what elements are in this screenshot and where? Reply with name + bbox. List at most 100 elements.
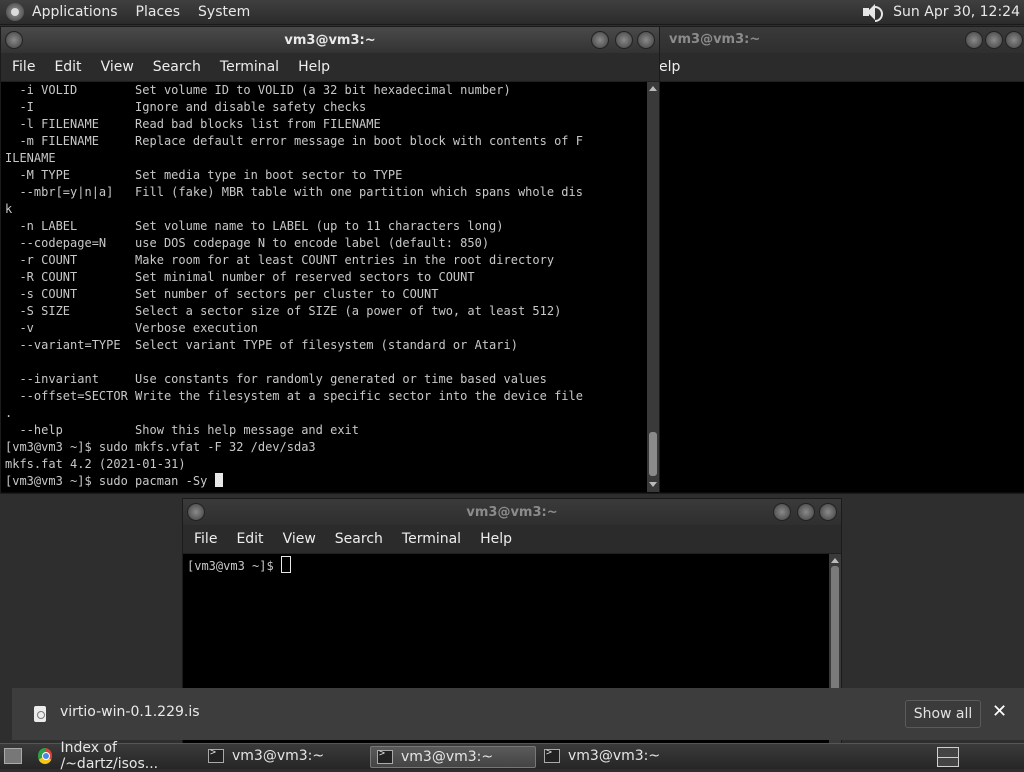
window-title: vm3@vm3:~ [466, 504, 558, 520]
terminal-line: [vm3@vm3 ~]$ sudo mkfs.vfat -F 32 /dev/s… [5, 440, 316, 454]
maximize-button[interactable] [615, 31, 633, 49]
back-terminal-area[interactable] [653, 82, 1024, 492]
terminal-line: --invariant Use constants for randomly g… [5, 372, 547, 386]
maximize-button[interactable] [797, 503, 815, 521]
task-label: vm3@vm3:~ [568, 748, 661, 764]
terminal-line: -m FILENAME Replace default error messag… [5, 134, 583, 148]
minimize-button[interactable] [591, 31, 609, 49]
panel-tray: Sun Apr 30, 12:24 [861, 0, 1020, 24]
scroll-up-arrow[interactable] [649, 86, 657, 91]
terminal-line: --mbr[=y|n|a] Fill (fake) MBR table with… [5, 185, 583, 199]
scroll-down-arrow[interactable] [649, 482, 657, 487]
maximize-button[interactable] [985, 31, 1003, 49]
menu-file[interactable]: File [12, 59, 35, 75]
show-all-button[interactable]: Show all [905, 700, 981, 728]
window-menu-button[interactable] [5, 31, 23, 49]
back-terminal-window[interactable]: vm3@vm3:~ elp [652, 26, 1024, 494]
task-label: vm3@vm3:~ [232, 748, 325, 764]
window-title: vm3@vm3:~ [284, 32, 376, 48]
minimize-button[interactable] [965, 31, 983, 49]
file-icon [34, 706, 46, 722]
taskbar-item-browser[interactable]: Index of /~dartz/isos... [32, 740, 204, 772]
terminal-line: . [5, 406, 13, 420]
taskbar-item-terminal-1[interactable]: vm3@vm3:~ [202, 746, 366, 766]
window-title: vm3@vm3:~ [669, 32, 761, 47]
terminal-line: -M TYPE Set media type in boot sector to… [5, 168, 403, 182]
terminal-line: -R COUNT Set minimal number of reserved … [5, 270, 475, 284]
back-window-titlebar[interactable]: vm3@vm3:~ [653, 27, 1024, 53]
places-menu[interactable]: Places [136, 4, 181, 20]
taskbar-item-terminal-2[interactable]: vm3@vm3:~ [370, 746, 536, 768]
task-label: vm3@vm3:~ [401, 749, 494, 765]
menu-file[interactable]: File [194, 531, 217, 547]
main-terminal-window[interactable]: vm3@vm3:~ File Edit View Search Terminal… [0, 26, 660, 494]
close-button[interactable] [1005, 31, 1023, 49]
terminal-icon [377, 748, 393, 764]
terminal-prompt: [vm3@vm3 ~]$ sudo pacman -Sy [5, 474, 215, 488]
menu-help[interactable]: Help [298, 59, 330, 75]
back-window-menubar: elp [653, 53, 1024, 82]
terminal-line: --offset=SECTOR Write the filesystem at … [5, 389, 583, 403]
scrollbar-thumb[interactable] [649, 432, 657, 476]
applications-menu[interactable]: Applications [32, 4, 118, 20]
menu-view[interactable]: View [101, 59, 134, 75]
minimize-button[interactable] [773, 503, 791, 521]
menu-edit[interactable]: Edit [54, 59, 81, 75]
terminal-icon [208, 747, 224, 763]
bottom-taskbar: Index of /~dartz/isos... vm3@vm3:~ vm3@v… [0, 740, 1024, 772]
terminal-line: --variant=TYPE Select variant TYPE of fi… [5, 338, 518, 352]
main-window-menubar: File Edit View Search Terminal Help [1, 53, 659, 82]
terminal-line: ILENAME [5, 151, 56, 165]
window-menu-button[interactable] [187, 503, 205, 521]
system-menu[interactable]: System [198, 4, 250, 20]
terminal-line: -i VOLID Set volume ID to VOLID (a 32 bi… [5, 83, 511, 97]
chrome-icon [38, 748, 53, 764]
download-file-name[interactable]: virtio-win-0.1.229.is [60, 704, 200, 720]
terminal-line: -S SIZE Select a sector size of SIZE (a … [5, 304, 562, 318]
main-window-titlebar[interactable]: vm3@vm3:~ [1, 27, 659, 53]
menu-edit[interactable]: Edit [236, 531, 263, 547]
terminal-line: -I Ignore and disable safety checks [5, 100, 367, 114]
terminal-line: --codepage=N use DOS codepage N to encod… [5, 236, 490, 250]
menu-search[interactable]: Search [335, 531, 383, 547]
gnome-foot-icon[interactable] [6, 3, 24, 21]
close-download-bar-button[interactable]: ✕ [992, 701, 1007, 722]
close-button[interactable] [819, 503, 837, 521]
close-button[interactable] [637, 31, 655, 49]
terminal-icon [544, 747, 560, 763]
terminal-prompt-line: [vm3@vm3 ~]$ [187, 556, 841, 573]
menu-view[interactable]: View [283, 531, 316, 547]
terminal-cursor [214, 473, 223, 487]
terminal-output: -i VOLID Set volume ID to VOLID (a 32 bi… [5, 82, 659, 473]
terminal-line: --help Show this help message and exit [5, 423, 360, 437]
main-terminal-scrollbar[interactable] [647, 82, 659, 492]
terminal-line: -r COUNT Make room for at least COUNT en… [5, 253, 555, 267]
main-terminal-area[interactable]: -i VOLID Set volume ID to VOLID (a 32 bi… [1, 82, 659, 492]
terminal-line: mkfs.fat 4.2 (2021-01-31) [5, 457, 186, 471]
terminal-prompt-line: [vm3@vm3 ~]$ sudo pacman -Sy [5, 473, 659, 490]
scroll-up-arrow[interactable] [831, 558, 839, 563]
taskbar-item-terminal-3[interactable]: vm3@vm3:~ [538, 746, 702, 766]
show-desktop-icon[interactable] [4, 748, 22, 764]
menu-help[interactable]: elp [659, 59, 680, 75]
workspace-switcher-icon[interactable] [937, 747, 959, 767]
terminal-line: -v Verbose execution [5, 321, 258, 335]
bottom-window-menubar: File Edit View Search Terminal Help [183, 525, 841, 554]
bottom-window-titlebar[interactable]: vm3@vm3:~ [183, 499, 841, 525]
menu-terminal[interactable]: Terminal [220, 59, 279, 75]
terminal-line: -s COUNT Set number of sectors per clust… [5, 287, 439, 301]
terminal-cursor [280, 556, 291, 573]
terminal-line: -n LABEL Set volume name to LABEL (up to… [5, 219, 504, 233]
menu-help[interactable]: Help [480, 531, 512, 547]
clock[interactable]: Sun Apr 30, 12:24 [893, 4, 1020, 20]
menu-terminal[interactable]: Terminal [402, 531, 461, 547]
task-label: Index of /~dartz/isos... [60, 740, 159, 772]
terminal-line: k [5, 202, 13, 216]
menu-search[interactable]: Search [153, 59, 201, 75]
download-bar: virtio-win-0.1.229.is Show all ✕ [12, 688, 1024, 740]
terminal-prompt: [vm3@vm3 ~]$ [187, 559, 281, 573]
terminal-line: -l FILENAME Read bad blocks list from FI… [5, 117, 381, 131]
volume-icon[interactable] [861, 3, 884, 22]
top-panel: Applications Places System Sun Apr 30, 1… [0, 0, 1024, 25]
